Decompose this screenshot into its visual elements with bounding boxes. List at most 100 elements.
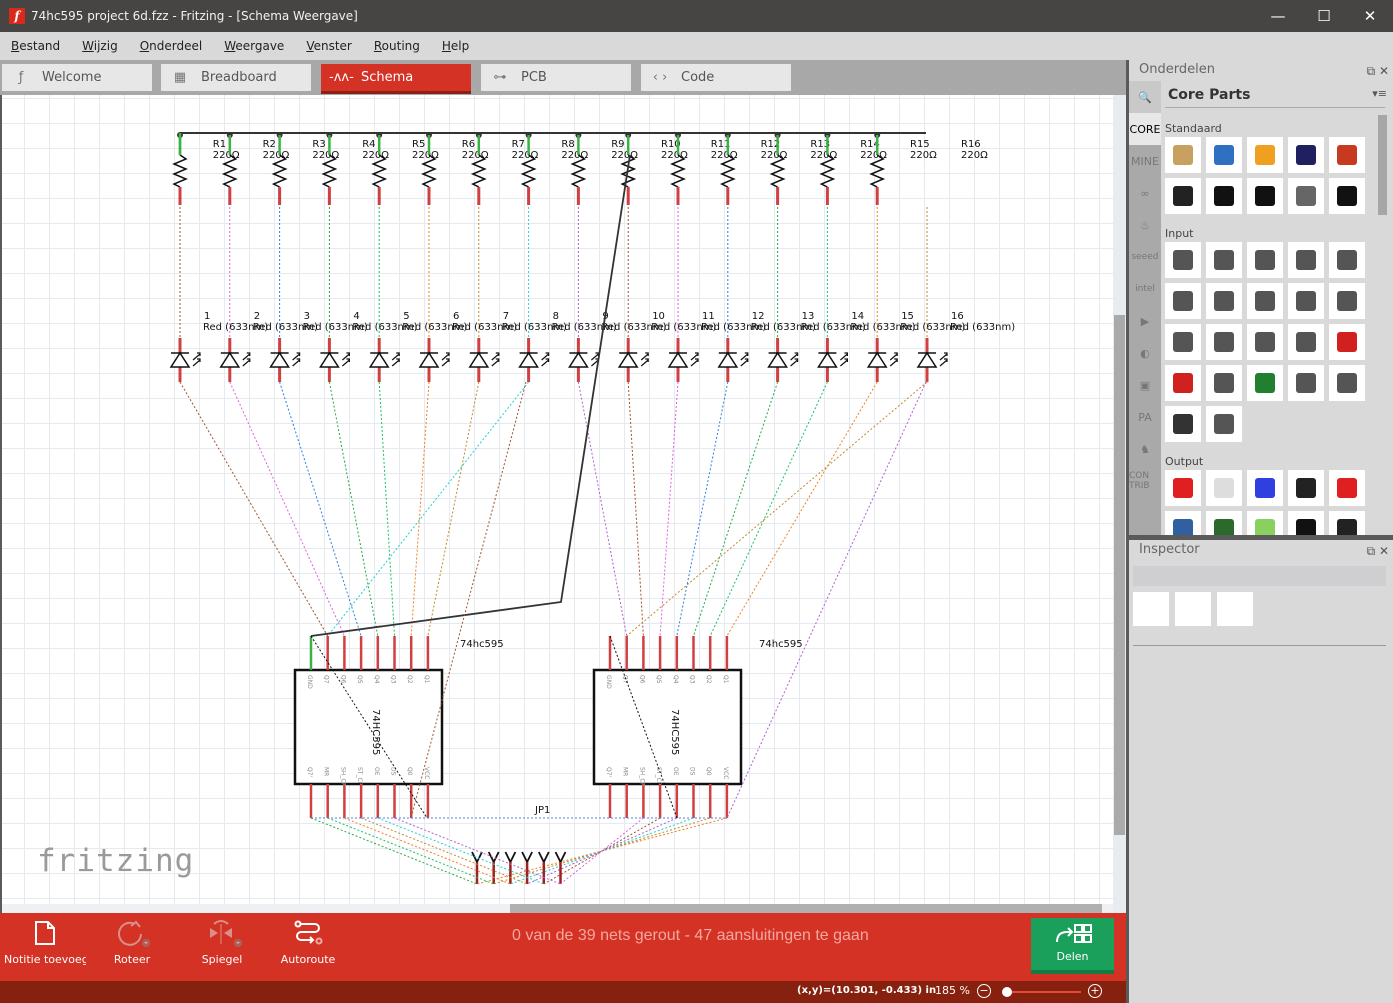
part-force-sensor[interactable] [1165, 324, 1201, 360]
menu-weergave[interactable]: Weergave [224, 39, 284, 53]
part-electrolytic-capacitor[interactable] [1288, 137, 1324, 173]
power-led-icon [1296, 478, 1316, 498]
tab-welcome[interactable]: ƒ Welcome [2, 64, 152, 91]
part-joystick[interactable] [1329, 365, 1365, 401]
bin-animal[interactable]: ♞ [1129, 433, 1161, 465]
maximize-button[interactable]: ☐ [1301, 0, 1347, 32]
part-rotary-encoder[interactable] [1165, 283, 1201, 319]
part-seven-segment[interactable] [1329, 470, 1365, 506]
part-piezo[interactable] [1329, 242, 1365, 278]
menu-onderdeel[interactable]: Onderdeel [140, 39, 203, 53]
schematic-canvas[interactable]: R1 220Ω R2 220Ω R3 220Ω R4 220Ω R5 220Ω R6 220Ω R7 22… [0, 95, 1113, 913]
bin-sparkfun[interactable]: ♨ [1129, 209, 1161, 241]
part-reed-switch[interactable] [1206, 283, 1242, 319]
part-diode[interactable] [1165, 178, 1201, 214]
menu-routing[interactable]: Routing [374, 39, 420, 53]
part-sparkfun-board[interactable] [1165, 365, 1201, 401]
panel-float-close-buttons[interactable]: ⧉ ✕ [1367, 544, 1389, 559]
bin-pa[interactable]: PA [1129, 401, 1161, 433]
part-accelerometer[interactable] [1329, 324, 1365, 360]
bin-mine[interactable]: MINE [1129, 145, 1161, 177]
part-toggle-switch[interactable] [1288, 283, 1324, 319]
bin-menu-icon[interactable]: ▾≡ [1372, 87, 1387, 100]
tab-breadboard[interactable]: ▦ Breadboard [161, 64, 311, 91]
part-lcd-display-2[interactable] [1247, 511, 1283, 535]
bin-seeed[interactable]: seeed [1129, 241, 1161, 273]
part-ir-sensor[interactable] [1288, 324, 1324, 360]
parts-panel: Onderdelen ⧉ ✕ 🔍 CORE MINE ∞ ♨ seeed intel ▶ ◐ ▣ P… [1129, 60, 1393, 535]
flip-button[interactable]: Spiegel [200, 913, 244, 981]
zoom-in-button[interactable]: + [1088, 984, 1102, 998]
tab-schema[interactable]: -ᴧᴧ- Schema [321, 64, 471, 94]
zoom-slider[interactable] [1001, 987, 1081, 997]
part-tantalum-capacitor[interactable] [1247, 137, 1283, 173]
part-lcd-display[interactable] [1206, 511, 1242, 535]
part-lm35-temp-sensor[interactable] [1206, 365, 1242, 401]
chip-body-label: 74HC595 [669, 709, 680, 755]
autoroute-button[interactable]: Autoroute [281, 913, 335, 981]
part-inductor[interactable] [1329, 137, 1365, 173]
part-resistor[interactable] [1165, 137, 1201, 173]
part-red-led[interactable] [1165, 470, 1201, 506]
bin-core[interactable]: CORE [1129, 113, 1161, 145]
fritzing-logo: fritzing [37, 843, 195, 879]
canvas-horizontal-scrollbar[interactable] [2, 904, 1113, 913]
part-slide-potentiometer[interactable] [1206, 242, 1242, 278]
scroll-thumb[interactable] [510, 904, 1102, 913]
rotate-button[interactable]: Roteer [110, 913, 154, 981]
chip-pin-name: Q7' [605, 767, 612, 778]
ratsnest-wire [560, 817, 644, 885]
menu-help[interactable]: Help [442, 39, 469, 53]
scroll-thumb[interactable] [1114, 315, 1125, 835]
panel-float-close-buttons[interactable]: ⧉ ✕ [1367, 64, 1389, 79]
bin-arduino[interactable]: ∞ [1129, 177, 1161, 209]
part-dip-switch[interactable] [1288, 242, 1324, 278]
tab-code[interactable]: ‹ › Code [641, 64, 791, 91]
add-note-button[interactable]: Notitie toevoegen [4, 913, 86, 981]
part-npn-transistor[interactable] [1247, 178, 1283, 214]
part-blue-led[interactable] [1247, 470, 1283, 506]
part-reed-glass[interactable] [1288, 365, 1324, 401]
part-mystery-part[interactable] [1329, 178, 1365, 214]
menu-wijzig[interactable]: Wijzig [82, 39, 118, 53]
part-rfid-reader[interactable] [1165, 406, 1201, 442]
close-button[interactable]: ✕ [1347, 0, 1393, 32]
ratsnest-wire [693, 381, 779, 637]
menu-bestand[interactable]: Bestand [11, 39, 60, 53]
part-buzzer[interactable] [1288, 511, 1324, 535]
part-power-led[interactable] [1288, 470, 1324, 506]
part-pnp-transistor[interactable] [1206, 178, 1242, 214]
parts-scrollbar[interactable] [1378, 115, 1387, 215]
part-flex-wire[interactable] [1206, 324, 1242, 360]
part-trimmer[interactable] [1247, 242, 1283, 278]
part-ceramic-capacitor[interactable] [1206, 137, 1242, 173]
minimize-button[interactable]: — [1255, 0, 1301, 32]
header-pin-fork [554, 851, 567, 865]
part-tilt-switch[interactable] [1329, 283, 1365, 319]
zoom-slider-handle[interactable] [1001, 987, 1012, 997]
bin-adafruit[interactable]: ▣ [1129, 369, 1161, 401]
part-speaker[interactable] [1329, 511, 1365, 535]
schematic-drawing[interactable]: R1220ΩR2220ΩR3220ΩR4220ΩR5220ΩR6220ΩR722… [2, 95, 1113, 913]
zoom-out-button[interactable]: − [977, 984, 991, 998]
bin-snootlab[interactable]: ◐ [1129, 337, 1161, 369]
part-rotary-potentiometer[interactable] [1165, 242, 1201, 278]
part-green-sensor-board[interactable] [1247, 365, 1283, 401]
bin-search[interactable]: 🔍 [1129, 81, 1161, 113]
menu-venster[interactable]: Venster [306, 39, 352, 53]
part-pushbutton[interactable] [1247, 283, 1283, 319]
resistor-ref-label: R3 [312, 139, 325, 150]
share-button[interactable]: Delen [1031, 918, 1114, 974]
part-rgb-led[interactable] [1206, 470, 1242, 506]
led-arrows [391, 352, 400, 367]
canvas-vertical-scrollbar[interactable] [1113, 95, 1126, 913]
part-photocell[interactable] [1247, 324, 1283, 360]
bin-play[interactable]: ▶ [1129, 305, 1161, 337]
red-led-icon [1173, 478, 1193, 498]
part-led-matrix[interactable] [1165, 511, 1201, 535]
bin-contrib[interactable]: CON TRIB [1129, 465, 1161, 497]
part-fet-transistor[interactable] [1288, 178, 1324, 214]
tab-pcb[interactable]: ⊶ PCB [481, 64, 631, 91]
bin-intel[interactable]: intel [1129, 273, 1161, 305]
part-humidity-sensor[interactable] [1206, 406, 1242, 442]
